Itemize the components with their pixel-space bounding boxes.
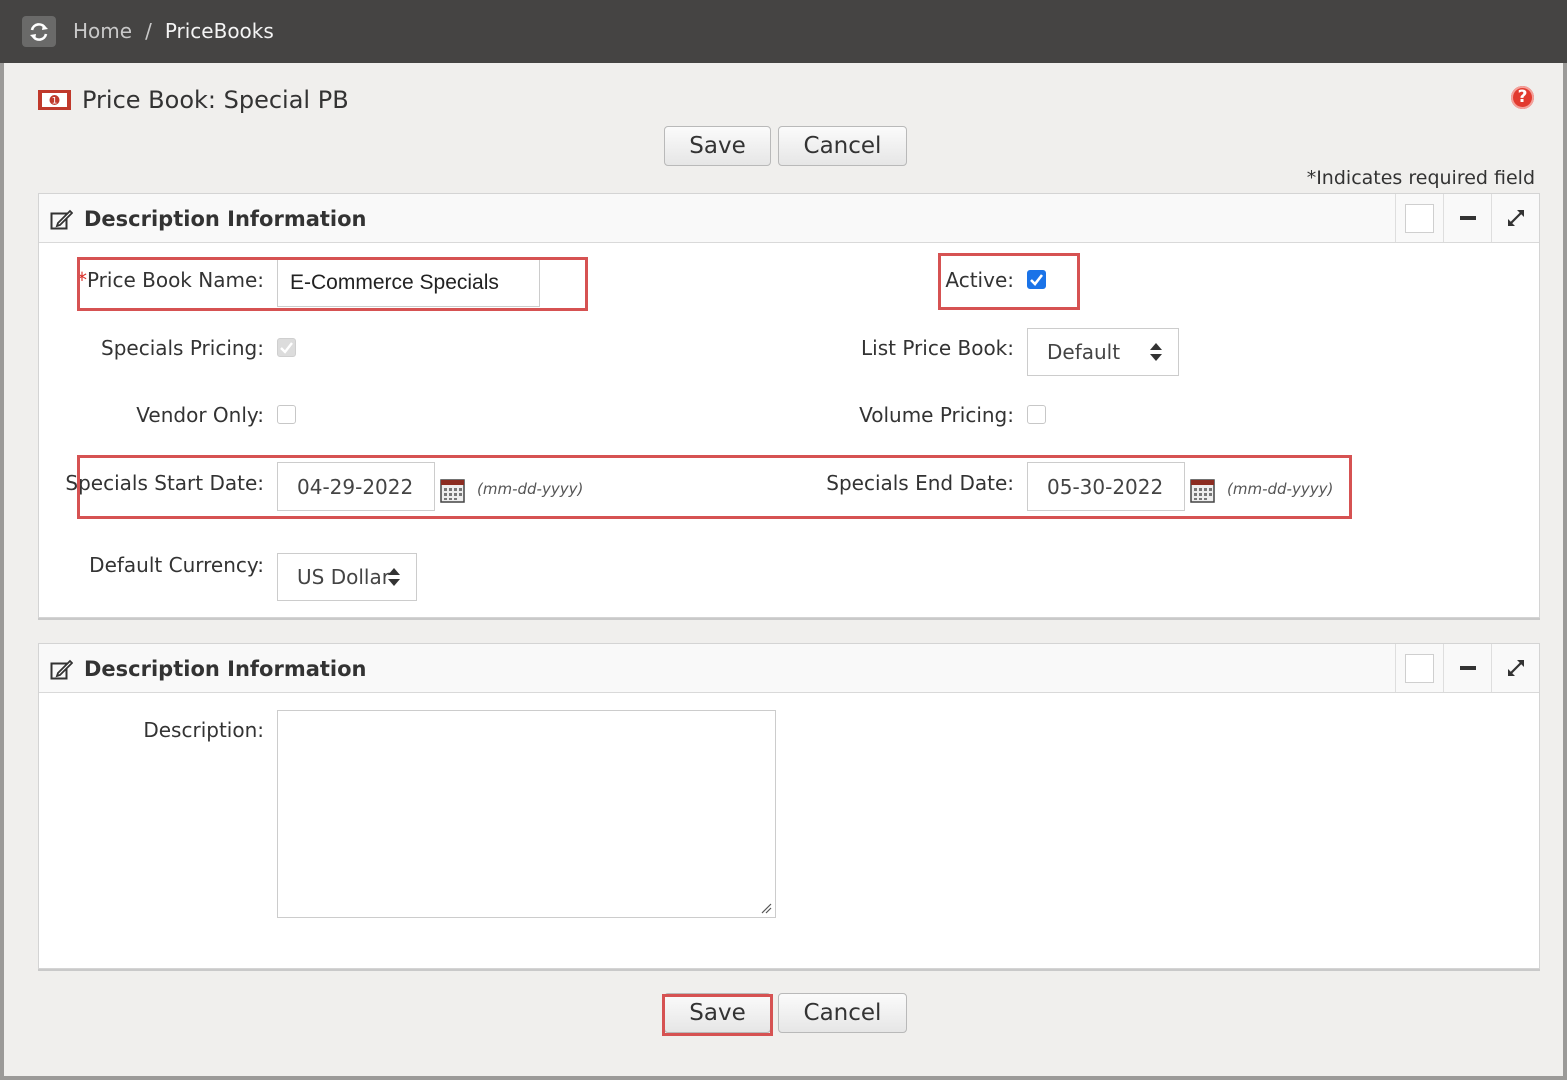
cancel-button-top[interactable]: Cancel	[778, 126, 907, 166]
breadcrumb: Home / PriceBooks	[73, 19, 274, 43]
active-label: Active:	[945, 268, 1014, 292]
panel-tools	[1395, 194, 1539, 242]
page-header: 1 Price Book: Special PB	[37, 86, 349, 114]
volume-pricing-checkbox[interactable]	[1027, 405, 1046, 424]
start-date-format-hint: (mm-dd-yyyy)	[477, 480, 584, 498]
edit-icon	[50, 209, 73, 230]
save-button-top[interactable]: Save	[664, 126, 771, 166]
price-book-icon: 1	[38, 90, 71, 110]
panel-title: Description Information	[84, 207, 367, 231]
default-currency-value: US Dollar	[297, 565, 390, 589]
vendor-only-label: Vendor Only:	[136, 403, 264, 427]
description-label: Description:	[143, 718, 264, 742]
specials-start-date-input[interactable]: 04-29-2022	[277, 462, 435, 511]
price-book-name-input[interactable]: E-Commerce Specials	[277, 259, 540, 307]
specials-start-date-label: Specials Start Date:	[65, 471, 264, 495]
select-arrows-icon	[388, 568, 400, 586]
save-button-bottom[interactable]: Save	[664, 993, 771, 1033]
vendor-only-checkbox[interactable]	[277, 405, 296, 424]
panel-tools	[1395, 644, 1539, 692]
price-book-name-label: *Price Book Name:	[77, 268, 264, 292]
list-price-book-label: List Price Book:	[861, 336, 1014, 360]
svg-text:1: 1	[52, 97, 58, 107]
required-field-note: *Indicates required field	[1306, 167, 1535, 189]
cancel-button-bottom[interactable]: Cancel	[778, 993, 907, 1033]
resize-handle-icon[interactable]	[760, 902, 772, 914]
specials-pricing-checkbox	[277, 338, 296, 357]
edit-icon	[50, 659, 73, 680]
specials-pricing-label: Specials Pricing:	[101, 336, 264, 360]
square-checkbox-icon	[1405, 203, 1434, 233]
minus-icon[interactable]	[1443, 644, 1491, 692]
description-panel: Description Information	[38, 643, 1540, 969]
specials-end-date-input[interactable]: 05-30-2022	[1027, 462, 1185, 511]
panel-select-box[interactable]	[1395, 644, 1443, 692]
expand-icon[interactable]	[1491, 194, 1539, 242]
specials-end-date-label: Specials End Date:	[826, 471, 1014, 495]
help-icon[interactable]: ?	[1511, 86, 1534, 109]
breadcrumb-home[interactable]: Home	[73, 19, 132, 43]
default-currency-select[interactable]: US Dollar	[277, 553, 417, 601]
breadcrumb-current[interactable]: PriceBooks	[165, 19, 274, 43]
list-price-book-value: Default	[1047, 340, 1121, 364]
minus-icon[interactable]	[1443, 194, 1491, 242]
top-bar: Home / PriceBooks	[0, 0, 1567, 63]
page-title: Price Book: Special PB	[82, 86, 349, 114]
default-currency-label: Default Currency:	[89, 553, 264, 577]
volume-pricing-label: Volume Pricing:	[859, 403, 1014, 427]
panel-title: Description Information	[84, 657, 367, 681]
checkmark-icon	[1030, 274, 1044, 286]
breadcrumb-separator: /	[145, 19, 152, 43]
expand-icon[interactable]	[1491, 644, 1539, 692]
panel-header: Description Information	[39, 644, 1539, 693]
checkmark-icon	[280, 342, 293, 354]
price-book-name-label-text: Price Book Name:	[86, 268, 264, 292]
refresh-icon[interactable]	[22, 16, 56, 47]
required-mark: *	[76, 268, 87, 292]
end-date-format-hint: (mm-dd-yyyy)	[1227, 480, 1334, 498]
description-textarea[interactable]	[277, 710, 776, 918]
select-arrows-icon	[1150, 343, 1162, 361]
list-price-book-select[interactable]: Default	[1027, 328, 1179, 376]
calendar-icon[interactable]	[440, 478, 465, 503]
panel-header: Description Information	[39, 194, 1539, 243]
active-checkbox[interactable]	[1027, 270, 1046, 289]
calendar-icon[interactable]	[1190, 478, 1215, 503]
panel-select-box[interactable]	[1395, 194, 1443, 242]
square-checkbox-icon	[1405, 653, 1434, 683]
